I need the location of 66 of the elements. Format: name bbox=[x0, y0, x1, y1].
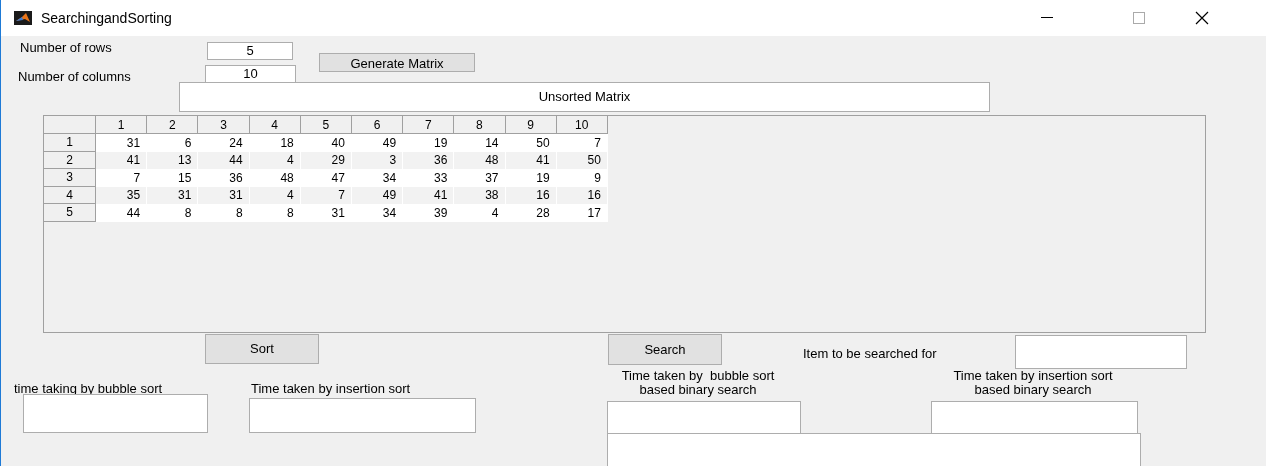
row-header: 3 bbox=[44, 169, 96, 187]
output-field[interactable] bbox=[931, 401, 1138, 434]
table-cell: 24 bbox=[198, 134, 250, 152]
column-header: 9 bbox=[505, 116, 557, 134]
input-field[interactable]: 10 bbox=[205, 65, 296, 83]
button[interactable]: Generate Matrix bbox=[319, 53, 475, 72]
window-title: SearchingandSorting bbox=[41, 8, 172, 28]
column-header: 5 bbox=[300, 116, 352, 134]
maximize-icon[interactable] bbox=[1133, 12, 1145, 24]
button[interactable]: Sort bbox=[205, 334, 319, 364]
table-cell: 37 bbox=[454, 169, 506, 187]
table-cell: 8 bbox=[198, 204, 250, 222]
button[interactable]: Search bbox=[608, 334, 722, 365]
input-field[interactable]: 5 bbox=[207, 42, 293, 60]
output-field[interactable] bbox=[249, 398, 476, 433]
table-cell: 9 bbox=[556, 169, 608, 187]
table-cell: 36 bbox=[198, 169, 250, 187]
label: Time taken by insertion sort based binary search bbox=[952, 369, 1114, 397]
table-cell: 39 bbox=[403, 204, 455, 222]
table-cell: 7 bbox=[556, 134, 608, 152]
matrix-title: Unsorted Matrix bbox=[179, 82, 990, 112]
table-cell: 28 bbox=[505, 204, 557, 222]
table-cell: 44 bbox=[96, 204, 148, 222]
column-header: 10 bbox=[556, 116, 608, 134]
table-cell: 34 bbox=[351, 204, 404, 222]
column-header: 3 bbox=[198, 116, 250, 134]
column-header: 6 bbox=[351, 116, 404, 134]
column-header: 1 bbox=[96, 116, 148, 134]
table-cell: 15 bbox=[147, 169, 199, 187]
table-cell: 34 bbox=[351, 169, 404, 187]
table-cell: 31 bbox=[300, 204, 352, 222]
output-field[interactable] bbox=[607, 433, 1141, 466]
table-cell: 19 bbox=[403, 134, 455, 152]
table-cell: 18 bbox=[249, 134, 301, 152]
close-icon[interactable] bbox=[1195, 11, 1209, 25]
label: Item to be searched for bbox=[803, 345, 937, 363]
table-cell: 6 bbox=[147, 134, 199, 152]
table-cell: 47 bbox=[300, 169, 352, 187]
table-cell: 8 bbox=[249, 204, 301, 222]
row-header: 5 bbox=[44, 204, 96, 222]
table-cell: 8 bbox=[147, 204, 199, 222]
label: Time taken by insertion sort bbox=[251, 380, 411, 398]
table-cell: 4 bbox=[454, 204, 506, 222]
output-field[interactable] bbox=[23, 394, 208, 433]
output-field[interactable] bbox=[607, 401, 801, 434]
table-cell: 50 bbox=[505, 134, 557, 152]
label: Time taken by bubble sort based binary search bbox=[620, 369, 776, 397]
app-logo-icon bbox=[14, 11, 32, 25]
label: Number of columns bbox=[18, 68, 131, 86]
table-cell: 19 bbox=[505, 169, 557, 187]
column-header: 7 bbox=[403, 116, 455, 134]
table-cell: 48 bbox=[249, 169, 301, 187]
row-header: 1 bbox=[44, 134, 96, 152]
table-cell: 14 bbox=[454, 134, 506, 152]
label: Number of rows bbox=[20, 39, 112, 57]
table-cell: 17 bbox=[556, 204, 608, 222]
table-cell: 33 bbox=[403, 169, 455, 187]
table-cell: 49 bbox=[351, 134, 404, 152]
column-header: 8 bbox=[454, 116, 506, 134]
column-header: 2 bbox=[147, 116, 199, 134]
table-cell: 7 bbox=[96, 169, 148, 187]
minimize-icon[interactable] bbox=[1041, 17, 1053, 19]
table-cell: 40 bbox=[300, 134, 352, 152]
input-field[interactable] bbox=[1015, 335, 1187, 369]
column-header: 4 bbox=[249, 116, 301, 134]
table-cell: 31 bbox=[96, 134, 148, 152]
